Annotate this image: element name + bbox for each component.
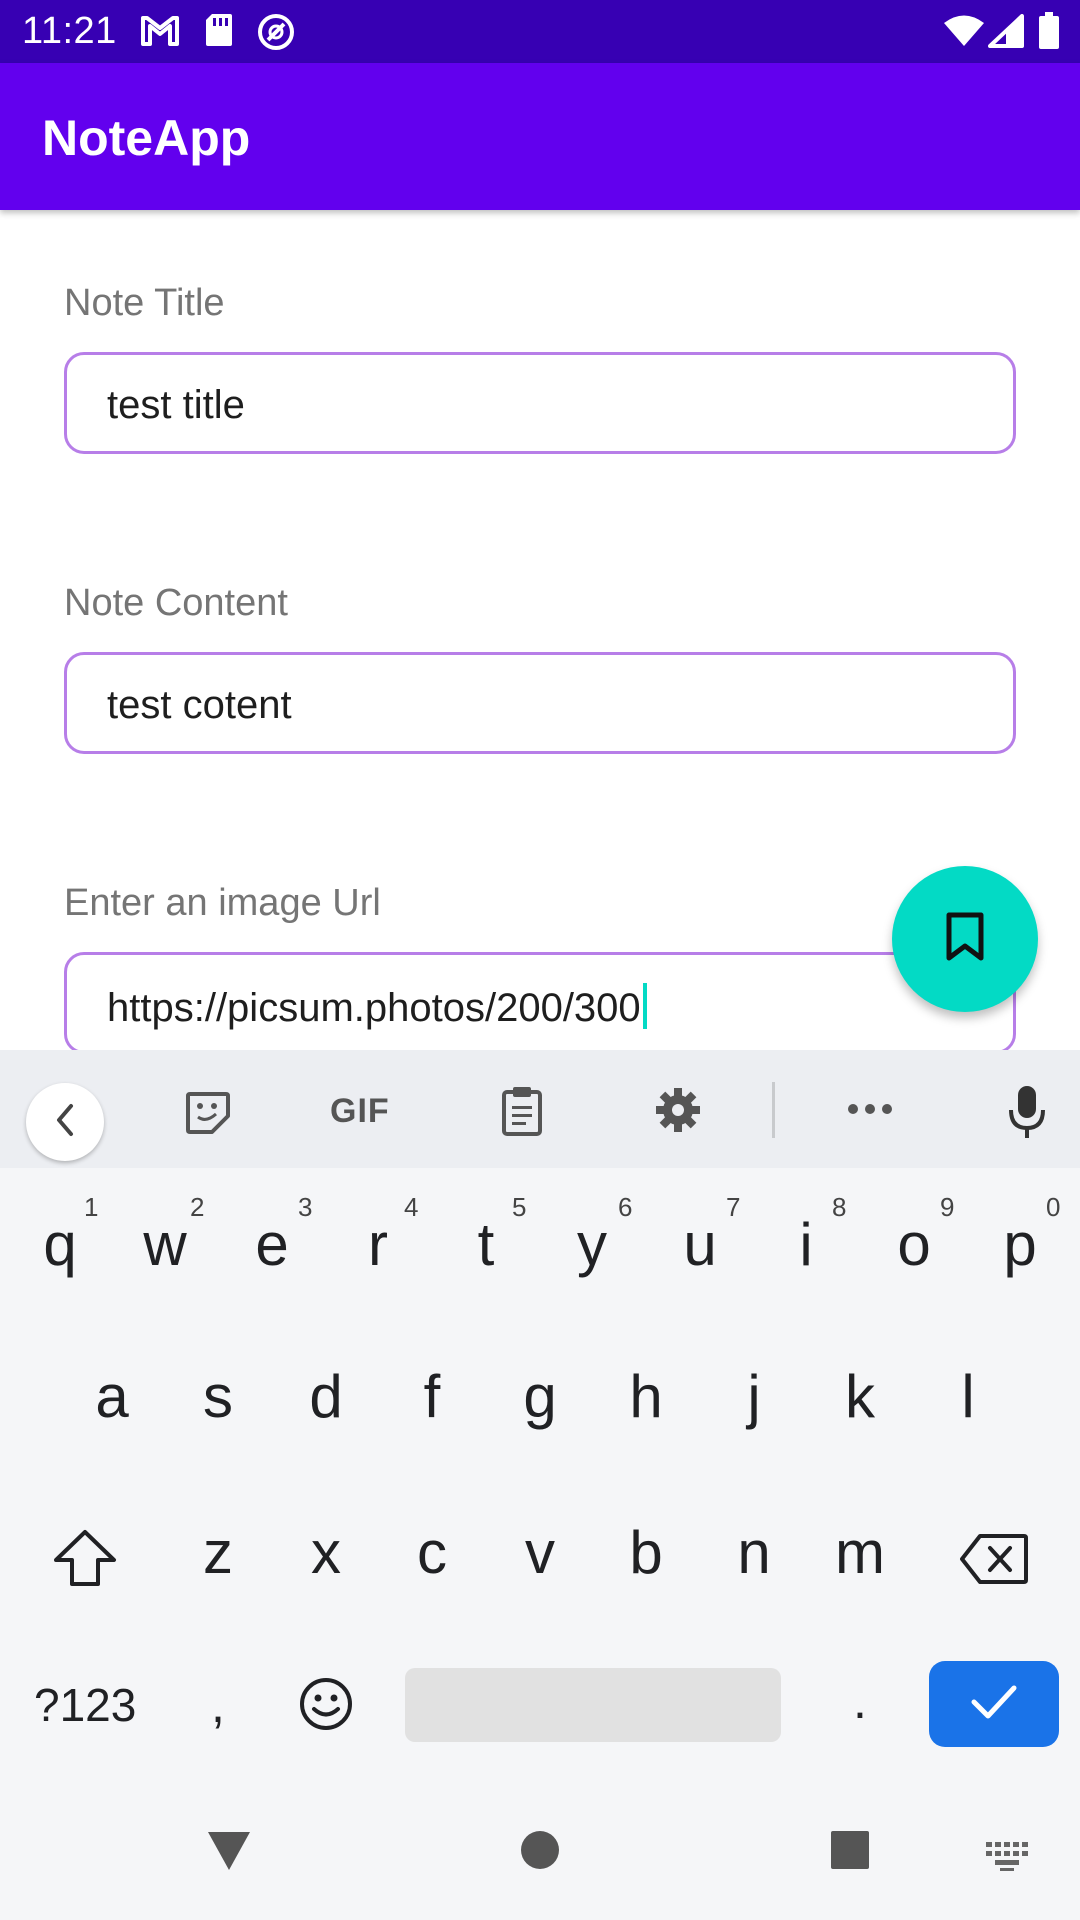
- key-hint-4: 4: [404, 1192, 419, 1222]
- note-content-field[interactable]: test cotent: [64, 652, 1016, 754]
- clipboard-icon[interactable]: [500, 1084, 544, 1141]
- key-l[interactable]: l: [918, 1362, 1018, 1431]
- key-g[interactable]: g: [490, 1362, 590, 1431]
- key-x[interactable]: x: [276, 1518, 376, 1587]
- symbols-key[interactable]: ?123: [34, 1678, 136, 1732]
- key-a[interactable]: a: [62, 1362, 162, 1431]
- app-title: NoteApp: [42, 110, 251, 166]
- note-title-field[interactable]: test title: [64, 352, 1016, 454]
- toolbar-divider: [772, 1082, 775, 1138]
- key-hint-5: 5: [512, 1192, 527, 1222]
- app-bar: NoteApp: [0, 63, 1080, 210]
- key-hint-2: 2: [190, 1192, 205, 1222]
- comma-key[interactable]: ,: [168, 1676, 268, 1734]
- key-z[interactable]: z: [168, 1518, 268, 1587]
- nav-home-icon[interactable]: [520, 1830, 560, 1875]
- save-note-button[interactable]: [892, 866, 1038, 1012]
- key-c[interactable]: c: [382, 1518, 482, 1587]
- image-url-field[interactable]: https://picsum.photos/200/300: [64, 952, 1016, 1054]
- nav-recents-icon[interactable]: [830, 1830, 870, 1875]
- note-content-label: Note Content: [64, 582, 288, 624]
- checkmark-icon: [969, 1682, 1019, 1727]
- key-hint-0: 0: [1046, 1192, 1061, 1222]
- shift-key[interactable]: [52, 1528, 118, 1593]
- wifi-icon: [942, 14, 986, 53]
- gmail-icon: [140, 12, 180, 53]
- do-not-disturb-icon: [256, 12, 296, 57]
- note-title-label: Note Title: [64, 282, 225, 324]
- key-h[interactable]: h: [596, 1362, 696, 1431]
- more-icon[interactable]: [846, 1102, 894, 1121]
- screen: 11:21 NoteApp Note Title test title Note…: [0, 0, 1080, 1920]
- key-s[interactable]: s: [168, 1362, 268, 1431]
- note-title-value: test title: [107, 383, 245, 427]
- period-key[interactable]: .: [810, 1672, 910, 1730]
- key-v[interactable]: v: [490, 1518, 590, 1587]
- image-url-value: https://picsum.photos/200/300: [107, 983, 647, 1031]
- battery-icon: [1038, 12, 1060, 55]
- keyboard-toolbar: GIF: [0, 1050, 1080, 1168]
- settings-icon[interactable]: [654, 1086, 702, 1139]
- status-bar: 11:21: [0, 0, 1080, 63]
- navigation-bar: [0, 1790, 1080, 1920]
- signal-icon: [988, 14, 1024, 53]
- key-f[interactable]: f: [382, 1362, 482, 1431]
- mic-icon[interactable]: [1006, 1084, 1048, 1145]
- done-key[interactable]: [929, 1661, 1059, 1747]
- key-n[interactable]: n: [704, 1518, 804, 1587]
- sd-card-icon: [204, 12, 234, 53]
- keyboard-switch-icon[interactable]: [986, 1842, 1030, 1877]
- key-d[interactable]: d: [276, 1362, 376, 1431]
- key-hint-9: 9: [940, 1192, 955, 1222]
- key-b[interactable]: b: [596, 1518, 696, 1587]
- image-url-label: Enter an image Url: [64, 882, 381, 924]
- key-j[interactable]: j: [704, 1362, 804, 1431]
- sticker-icon[interactable]: [184, 1090, 232, 1139]
- keyboard-back-button[interactable]: [26, 1083, 104, 1161]
- nav-back-icon[interactable]: [206, 1830, 252, 1877]
- backspace-key[interactable]: [958, 1532, 1030, 1591]
- gif-icon[interactable]: GIF: [330, 1092, 390, 1131]
- bookmark-icon: [945, 912, 985, 967]
- key-hint-7: 7: [726, 1192, 741, 1222]
- key-hint-6: 6: [618, 1192, 633, 1222]
- key-hint-1: 1: [84, 1192, 99, 1222]
- back-chevron-icon: [51, 1102, 79, 1143]
- key-hint-8: 8: [832, 1192, 847, 1222]
- key-m[interactable]: m: [810, 1518, 910, 1587]
- space-key[interactable]: [405, 1668, 781, 1742]
- key-hint-3: 3: [298, 1192, 313, 1222]
- key-k[interactable]: k: [810, 1362, 910, 1431]
- emoji-key[interactable]: [298, 1676, 354, 1737]
- status-time: 11:21: [22, 10, 117, 52]
- image-url-text: https://picsum.photos/200/300: [107, 986, 641, 1030]
- text-cursor: [642, 983, 647, 1029]
- note-content-value: test cotent: [107, 683, 292, 727]
